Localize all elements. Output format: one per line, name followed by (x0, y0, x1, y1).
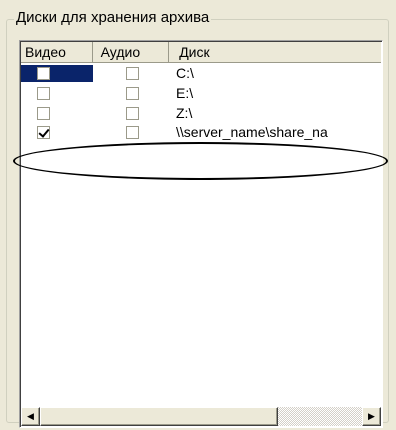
list-header: Видео Аудио Диск (21, 42, 381, 63)
scroll-left-button[interactable]: ◀ (21, 407, 40, 426)
disk-path: \\server_name\share_na (176, 124, 328, 140)
scroll-track[interactable] (278, 407, 362, 426)
horizontal-scrollbar[interactable]: ◀ ▶ (21, 407, 381, 426)
table-row[interactable]: E:\ (21, 85, 381, 102)
audio-checkbox[interactable] (126, 126, 139, 139)
video-checkbox[interactable] (37, 107, 50, 120)
row-selection-highlight (21, 65, 93, 82)
table-row[interactable]: C:\ (21, 65, 381, 82)
video-checkbox[interactable] (37, 126, 50, 139)
audio-checkbox[interactable] (126, 107, 139, 120)
disk-path: Z:\ (176, 105, 193, 121)
disk-path: C:\ (176, 65, 194, 81)
scroll-thumb[interactable] (40, 407, 278, 426)
disk-path: E:\ (176, 85, 194, 101)
audio-checkbox[interactable] (126, 67, 139, 80)
column-header-video[interactable]: Видео (21, 42, 93, 63)
scroll-right-button[interactable]: ▶ (362, 407, 381, 426)
audio-checkbox[interactable] (126, 87, 139, 100)
column-header-disk[interactable]: Диск (169, 42, 381, 63)
table-row[interactable]: Z:\ (21, 105, 381, 122)
video-checkbox[interactable] (37, 67, 50, 80)
disk-list[interactable]: Видео Аудио Диск C:\ E:\ Z:\ \\server_na… (19, 40, 383, 428)
column-header-audio[interactable]: Аудио (92, 42, 170, 63)
group-title: Диски для хранения архива (14, 8, 212, 28)
arrow-left-icon: ◀ (27, 411, 34, 421)
arrow-right-icon: ▶ (368, 411, 375, 421)
video-checkbox[interactable] (37, 87, 50, 100)
table-row[interactable]: \\server_name\share_na (21, 124, 381, 141)
